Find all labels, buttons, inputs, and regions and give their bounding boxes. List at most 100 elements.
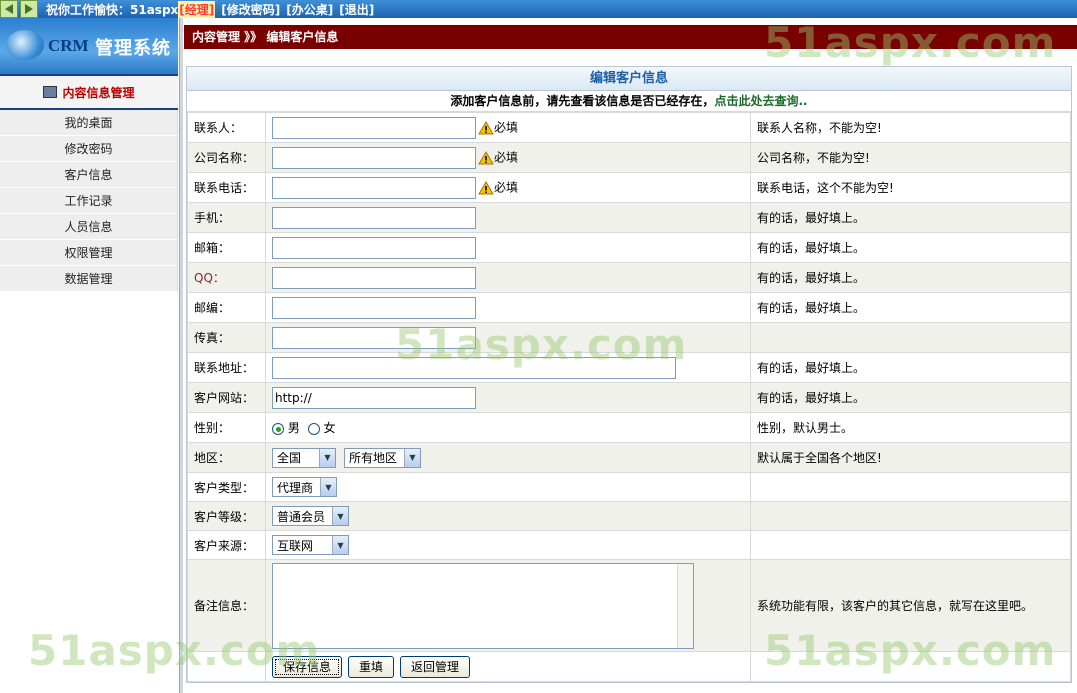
monitor-icon [43, 86, 58, 98]
change-password-link[interactable]: [修改密码] [221, 1, 280, 18]
phone-hint: 联系电话，这个不能为空! [750, 172, 1071, 203]
address-input[interactable] [272, 356, 676, 379]
row-address: 联系地址： 有的话，最好填上。 [187, 352, 1071, 383]
arrow-left-icon [5, 4, 13, 14]
top-bar: 祝你工作愉快：51aspx [经理] [修改密码] [办公桌] [退出] [0, 0, 1077, 18]
contact-input[interactable] [272, 116, 476, 139]
email-hint: 有的话，最好填上。 [750, 232, 1071, 263]
company-input[interactable] [272, 146, 476, 169]
country-select[interactable]: 全国 ▼ [272, 447, 336, 468]
fax-input[interactable] [272, 326, 476, 349]
warning-icon [478, 120, 494, 134]
email-label: 邮箱： [187, 232, 266, 263]
gender-male-label: 男 [287, 421, 300, 435]
row-company: 公司名称： 必填 公司名称，不能为空! [187, 142, 1071, 173]
row-level: 客户等级： 普通会员 ▼ [187, 501, 1071, 531]
customer-type-select[interactable]: 代理商 ▼ [272, 477, 337, 497]
remark-textarea[interactable] [272, 562, 694, 649]
breadcrumb: 内容管理 》》 编辑客户信息 [184, 25, 1077, 49]
required-mark: 必填 [494, 120, 519, 134]
row-actions: 保存信息 重填 返回管理 [187, 651, 1071, 682]
frame-divider[interactable] [179, 18, 183, 693]
gender-female-radio[interactable] [307, 422, 320, 435]
phone-label: 联系电话： [187, 172, 266, 203]
contact-hint: 联系人名称，不能为空! [750, 112, 1071, 143]
qq-hint: 有的话，最好填上。 [750, 262, 1071, 293]
zip-input[interactable] [272, 296, 476, 319]
sidebar-section-title: 内容信息管理 [0, 74, 178, 110]
row-contact: 联系人： 必填 联系人名称，不能为空! [187, 112, 1071, 143]
region-hint: 默认属于全国各个地区! [750, 442, 1071, 473]
gender-hint: 性别，默认男士。 [750, 412, 1071, 443]
logo: CRM 管理系统 [0, 18, 178, 74]
required-mark: 必填 [494, 150, 519, 164]
forward-nav-button[interactable] [20, 0, 38, 18]
customer-type-value: 代理商 [277, 480, 314, 495]
row-phone: 联系电话： 必填 联系电话，这个不能为空! [187, 172, 1071, 203]
section-title-label: 内容信息管理 [62, 85, 135, 100]
customer-source-select[interactable]: 互联网 ▼ [272, 535, 349, 555]
remark-hint: 系统功能有限，该客户的其它信息，就写在这里吧。 [750, 559, 1071, 652]
logout-link[interactable]: [退出] [339, 1, 374, 18]
address-label: 联系地址： [187, 352, 266, 383]
row-website: 客户网站： http:// 有的话，最好填上。 [187, 382, 1071, 413]
sidebar-item-customers[interactable]: 客户信息 [0, 162, 177, 188]
chevron-down-icon: ▼ [404, 448, 420, 467]
row-mobile: 手机： 有的话，最好填上。 [187, 202, 1071, 233]
customer-level-value: 普通会员 [277, 509, 326, 524]
back-nav-button[interactable] [0, 0, 18, 18]
sidebar-item-staff[interactable]: 人员信息 [0, 214, 177, 240]
warning-icon [478, 180, 494, 194]
customer-source-value: 互联网 [277, 538, 314, 553]
logo-crm-text: CRM [48, 36, 89, 55]
sidebar-item-work-records[interactable]: 工作记录 [0, 188, 177, 214]
website-label: 客户网站： [187, 382, 266, 413]
source-hint [750, 530, 1071, 560]
level-label: 客户等级： [187, 501, 266, 531]
row-source: 客户来源： 互联网 ▼ [187, 530, 1071, 560]
gender-male-radio[interactable] [272, 422, 284, 435]
back-to-management-button[interactable]: 返回管理 [400, 655, 471, 678]
website-input[interactable]: http:// [272, 386, 476, 409]
phone-input[interactable] [272, 176, 476, 199]
sidebar-item-desktop[interactable]: 我的桌面 [0, 110, 177, 136]
email-input[interactable] [272, 236, 476, 259]
type-hint [750, 472, 1071, 502]
welcome-text: 祝你工作愉快：51aspx [46, 2, 179, 17]
contact-label: 联系人： [187, 112, 266, 143]
arrow-right-icon [25, 4, 33, 14]
mobile-hint: 有的话，最好填上。 [750, 202, 1071, 233]
sidebar-item-change-password[interactable]: 修改密码 [0, 136, 177, 162]
gender-label: 性别： [187, 412, 266, 443]
form-table: 联系人： 必填 联系人名称，不能为空! 公司名称： 必填 公司名称，不能为空! … [187, 112, 1071, 682]
country-select-value: 全国 [277, 451, 302, 465]
sidebar-menu: 我的桌面 修改密码 客户信息 工作记录 人员信息 权限管理 数据管理 [0, 110, 178, 292]
mobile-input[interactable] [272, 206, 476, 229]
form-title: 编辑客户信息 [187, 67, 1071, 91]
row-email: 邮箱： 有的话，最好填上。 [187, 232, 1071, 263]
search-existing-link[interactable]: 点击此处去查询.. [714, 94, 807, 108]
address-hint: 有的话，最好填上。 [750, 352, 1071, 383]
sidebar-item-data[interactable]: 数据管理 [0, 266, 177, 292]
chevron-down-icon: ▼ [320, 478, 336, 496]
area-select[interactable]: 所有地区 ▼ [344, 447, 421, 468]
customer-level-select[interactable]: 普通会员 ▼ [272, 506, 349, 526]
level-hint [750, 501, 1071, 531]
role-badge: [经理] [178, 0, 216, 18]
qq-input[interactable] [272, 266, 476, 289]
reset-button[interactable]: 重填 [348, 655, 395, 678]
logo-system-text: 管理系统 [95, 38, 171, 59]
row-region: 地区： 全国 ▼ 所有地区 ▼ 默认属于全国各个地区! [187, 442, 1071, 473]
save-button[interactable]: 保存信息 [272, 655, 343, 678]
globe-icon [6, 30, 44, 60]
chevron-down-icon: ▼ [332, 507, 348, 525]
row-type: 客户类型： 代理商 ▼ [187, 472, 1071, 502]
fax-hint [750, 322, 1071, 353]
sidebar-item-permissions[interactable]: 权限管理 [0, 240, 177, 266]
website-hint: 有的话，最好填上。 [750, 382, 1071, 413]
gender-female-label: 女 [323, 421, 336, 435]
desk-link[interactable]: [办公桌] [286, 1, 333, 18]
qq-label: QQ： [187, 262, 266, 293]
row-remark: 备注信息： 系统功能有限，该客户的其它信息，就写在这里吧。 [187, 559, 1071, 652]
textarea-scrollbar[interactable] [677, 563, 693, 648]
